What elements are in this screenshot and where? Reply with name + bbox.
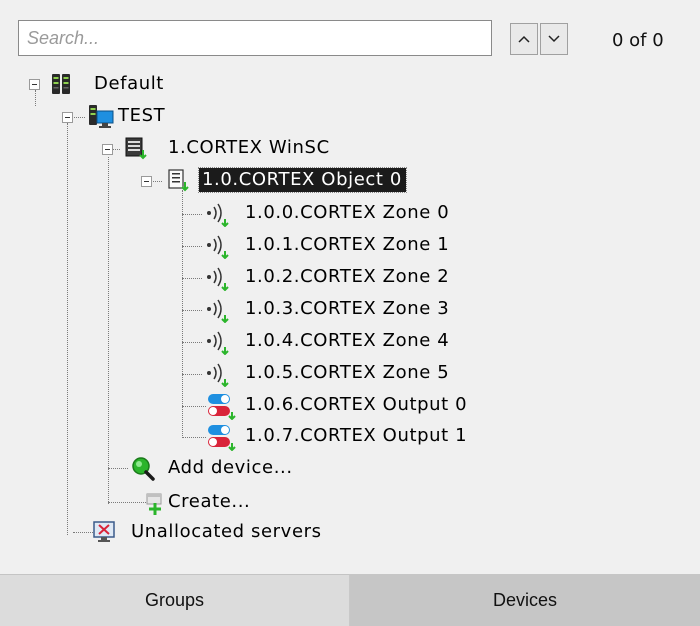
create-node[interactable]: Create... — [168, 490, 250, 514]
add-device-node[interactable]: Add device... — [168, 456, 293, 480]
tree-connector — [182, 342, 202, 343]
tree-connector — [182, 374, 202, 375]
tree-connector — [182, 278, 202, 279]
zone-sensor-icon — [203, 329, 229, 355]
tree-connector — [182, 214, 202, 215]
tree-node-output[interactable]: 1.0.6.CORTEX Output 0 — [245, 393, 467, 417]
tree-connector — [108, 468, 128, 469]
controller-device-icon — [124, 136, 147, 160]
unallocated-servers-node[interactable]: Unallocated servers — [131, 520, 322, 544]
tree-connector — [182, 246, 202, 247]
tree-node-zone[interactable]: 1.0.5.CORTEX Zone 5 — [245, 361, 449, 385]
zone-sensor-icon — [203, 361, 229, 387]
device-tree: Default TEST 1.CORTEX WinSC 1.0.CORTEX O… — [0, 0, 700, 572]
tree-connector — [108, 157, 109, 504]
tree-node-zone[interactable]: 1.0.2.CORTEX Zone 2 — [245, 265, 449, 289]
output-toggle-icon — [207, 392, 236, 420]
zone-sensor-icon — [203, 201, 229, 227]
output-toggle-icon — [207, 423, 236, 451]
tree-connector — [182, 190, 183, 438]
server-rack-icon — [50, 72, 72, 96]
create-plus-icon — [145, 490, 167, 515]
tree-node-cortex-winsc[interactable]: 1.CORTEX WinSC — [168, 136, 330, 160]
monitor-server-icon — [88, 103, 114, 128]
tree-connector — [182, 437, 206, 438]
tree-node-zone[interactable]: 1.0.3.CORTEX Zone 3 — [245, 297, 449, 321]
bottom-tab-bar: Groups Devices — [0, 574, 700, 626]
tree-connector — [108, 502, 148, 503]
object-panel-icon — [166, 168, 189, 192]
zone-sensor-icon — [203, 233, 229, 259]
collapse-winsc-toggle[interactable] — [102, 144, 113, 155]
collapse-object-toggle[interactable] — [141, 176, 152, 187]
tree-node-default[interactable]: Default — [94, 72, 164, 96]
tree-connector — [73, 532, 93, 533]
tree-connector — [35, 90, 36, 106]
tree-node-test[interactable]: TEST — [118, 104, 165, 128]
tree-connector — [182, 406, 206, 407]
tab-groups[interactable]: Groups — [0, 574, 350, 626]
collapse-test-toggle[interactable] — [62, 112, 73, 123]
tree-connector — [182, 310, 202, 311]
tree-node-zone[interactable]: 1.0.4.CORTEX Zone 4 — [245, 329, 449, 353]
device-tree-panel: 0 of 0 — [0, 0, 700, 626]
unallocated-monitor-icon — [92, 519, 115, 543]
zone-sensor-icon — [203, 265, 229, 291]
magnifier-icon — [130, 456, 155, 481]
tree-connector — [67, 123, 68, 535]
tree-node-output[interactable]: 1.0.7.CORTEX Output 1 — [245, 424, 467, 448]
tab-devices[interactable]: Devices — [350, 574, 700, 626]
zone-sensor-icon — [203, 297, 229, 323]
tree-node-cortex-object-0[interactable]: 1.0.CORTEX Object 0 — [198, 167, 407, 193]
tree-node-zone[interactable]: 1.0.1.CORTEX Zone 1 — [245, 233, 449, 257]
tree-node-zone[interactable]: 1.0.0.CORTEX Zone 0 — [245, 201, 449, 225]
collapse-default-toggle[interactable] — [29, 79, 40, 90]
